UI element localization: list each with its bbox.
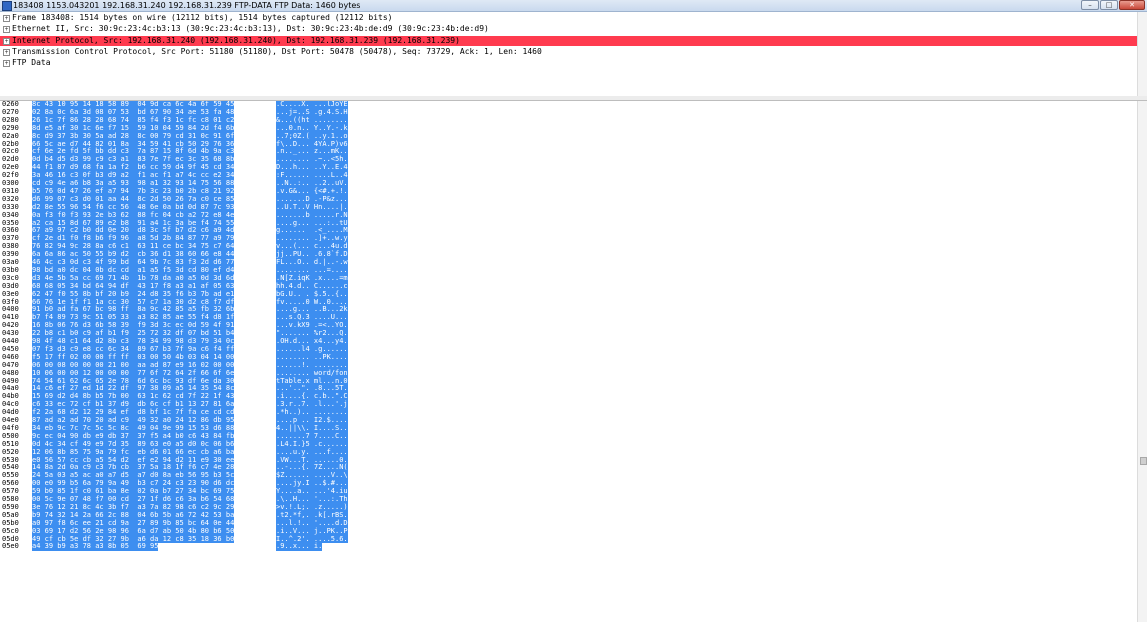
window-controls: – □ ✕ (1081, 0, 1145, 11)
close-button[interactable]: ✕ (1119, 0, 1145, 10)
expand-plus-icon[interactable]: + (3, 38, 10, 45)
tree-item-ethernet[interactable]: + Ethernet II, Src: 30:9c:23:4c:b3:13 (3… (0, 24, 1143, 34)
tree-item-label: Frame 183408: 1514 bytes on wire (12112 … (12, 13, 393, 22)
tree-item-label: Ethernet II, Src: 30:9c:23:4c:b3:13 (30:… (12, 24, 489, 33)
hex-bytes[interactable]: a4 39 b9 a3 78 a3 8b 05 69 95 (32, 542, 159, 552)
bytes-scrollbar[interactable] (1137, 101, 1147, 622)
tree-item-ftp-data[interactable]: + FTP Data (0, 58, 1143, 68)
minimize-button[interactable]: – (1081, 0, 1099, 10)
details-scrollbar[interactable] (1137, 12, 1147, 96)
maximize-button[interactable]: □ (1100, 0, 1118, 10)
packet-bytes-pane[interactable]: 0260 8c 43 10 95 14 18 58 89 04 9d ca 6c … (0, 101, 1137, 622)
hex-offset: 05e0 (2, 542, 19, 551)
expand-plus-icon[interactable]: + (3, 60, 10, 67)
tree-item-tcp[interactable]: + Transmission Control Protocol, Src Por… (0, 47, 1143, 57)
expand-plus-icon[interactable]: + (3, 26, 10, 33)
tree-item-frame[interactable]: + Frame 183408: 1514 bytes on wire (1211… (0, 13, 1143, 23)
scrollbar-thumb[interactable] (1140, 457, 1147, 465)
tree-item-label: FTP Data (12, 58, 51, 67)
window-title: 183408 1153.043201 192.168.31.240 192.16… (13, 1, 361, 10)
tree-item-internet-protocol[interactable]: + Internet Protocol, Src: 192.168.31.240… (0, 36, 1143, 46)
tree-item-label: Transmission Control Protocol, Src Port:… (12, 47, 542, 56)
app-icon (2, 1, 12, 11)
expand-plus-icon[interactable]: + (3, 15, 10, 22)
window-title-bar[interactable]: 183408 1153.043201 192.168.31.240 192.16… (0, 0, 1147, 12)
packet-details-tree[interactable]: + Frame 183408: 1514 bytes on wire (1211… (0, 12, 1147, 97)
expand-plus-icon[interactable]: + (3, 49, 10, 56)
tree-item-label: Internet Protocol, Src: 192.168.31.240 (… (12, 36, 460, 45)
ascii-bytes[interactable]: .9..x... i. (276, 542, 323, 552)
